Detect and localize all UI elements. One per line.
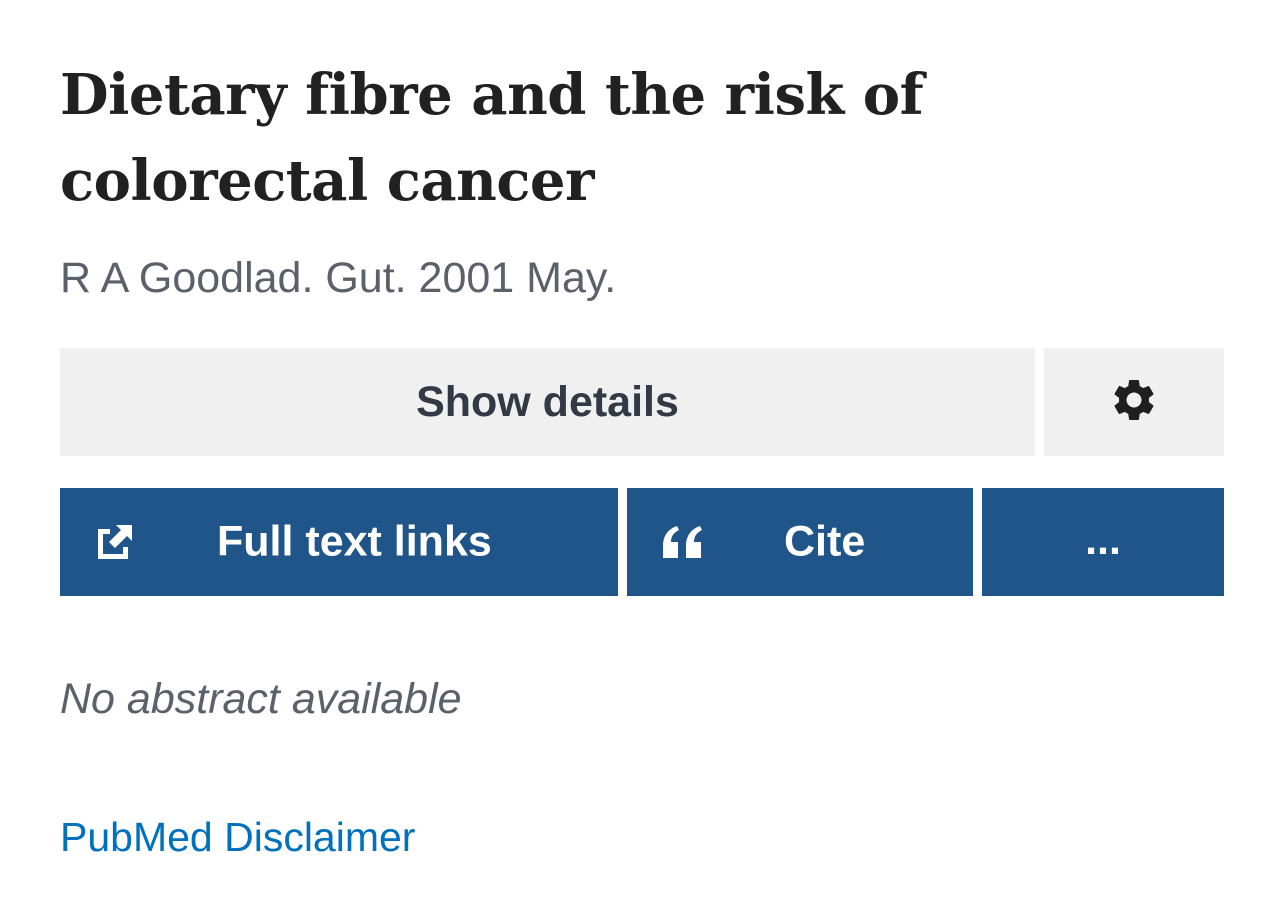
show-details-label: Show details: [416, 377, 679, 426]
show-details-button[interactable]: Show details: [60, 348, 1035, 456]
full-text-links-button[interactable]: Full text links: [60, 488, 618, 596]
more-actions-button[interactable]: ...: [982, 488, 1224, 596]
abstract-text: No abstract available: [60, 675, 462, 723]
citation-line: R A Goodlad. Gut. 2001 May.: [60, 254, 617, 302]
quote-icon: [661, 524, 705, 560]
full-text-links-label: Full text links: [217, 517, 492, 566]
external-link-icon: [94, 521, 136, 563]
cite-button[interactable]: Cite: [627, 488, 973, 596]
more-actions-label: ...: [1085, 515, 1121, 564]
page-title: Dietary fibre and the risk of colorectal…: [60, 62, 924, 214]
gear-icon: [1109, 375, 1159, 430]
cite-label: Cite: [784, 517, 866, 566]
pubmed-disclaimer-link[interactable]: PubMed Disclaimer: [60, 811, 415, 863]
settings-button[interactable]: [1044, 348, 1224, 456]
